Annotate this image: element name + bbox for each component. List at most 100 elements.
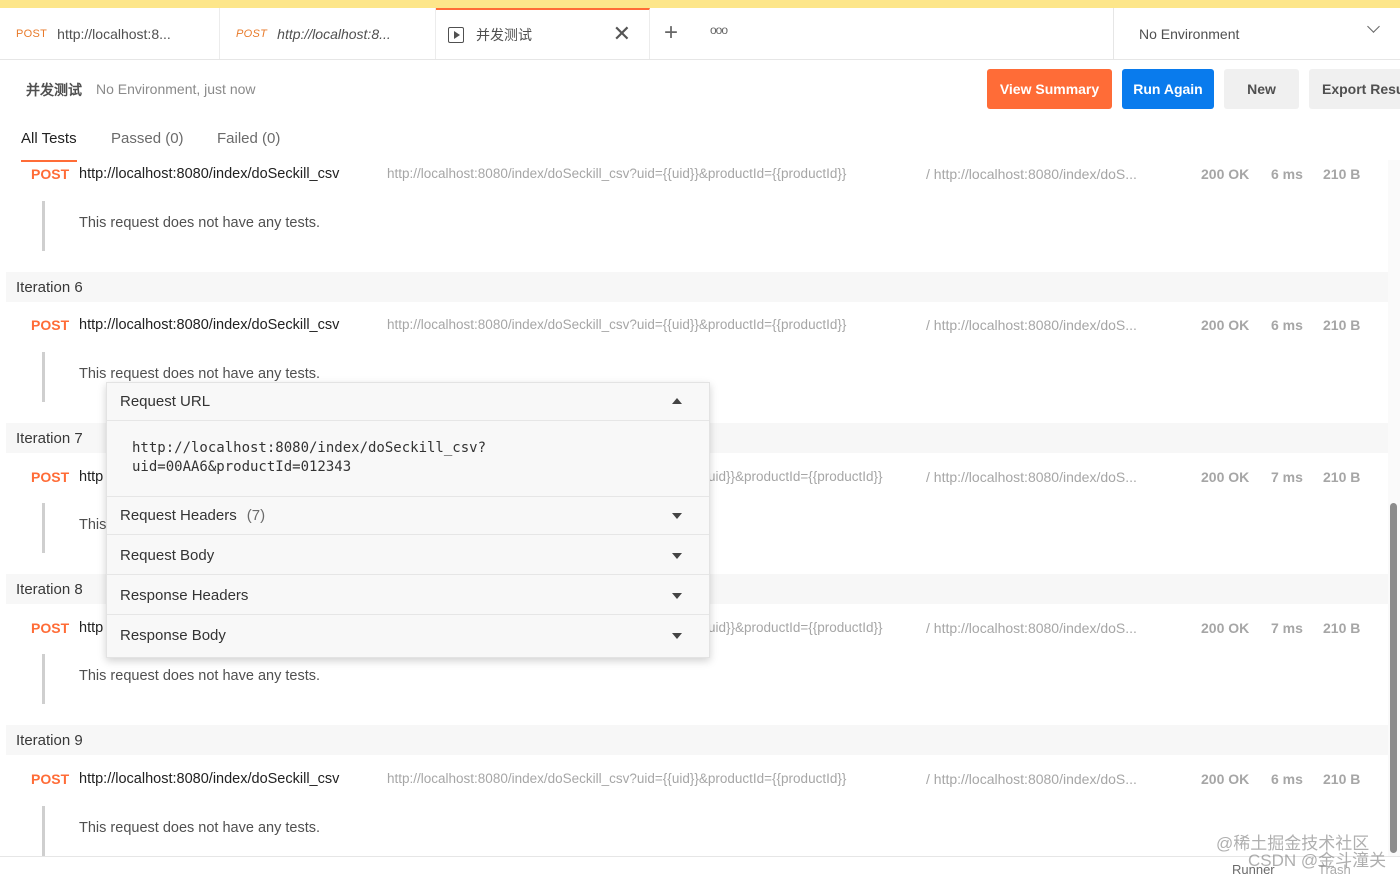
resolved-url[interactable]: / http://localhost:8080/index/doS... <box>926 620 1137 636</box>
request-url[interactable]: http://localhost:8080/index/doSeckill_cs… <box>387 166 846 181</box>
resolved-url[interactable]: / http://localhost:8080/index/doS... <box>926 317 1137 333</box>
runner-play-icon <box>448 26 464 43</box>
request-method: POST <box>31 620 70 636</box>
request-method: POST <box>31 771 70 787</box>
no-tests-message: This request does not have any tests. <box>79 820 320 836</box>
watermark-line-2: CSDN @金斗潼关 <box>1248 851 1387 870</box>
no-tests-message: This request does not have any tests. <box>79 668 320 684</box>
resolved-url[interactable]: / http://localhost:8080/index/doS... <box>926 166 1137 182</box>
request-url-section-header[interactable]: Request URL <box>107 383 709 421</box>
request-method: POST <box>31 317 70 333</box>
run-again-button[interactable]: Run Again <box>1122 69 1214 109</box>
tab-request-2[interactable]: POST http://localhost:8... <box>220 8 436 59</box>
request-headers-section[interactable]: Request Headers (7) <box>107 497 709 535</box>
response-time: 7 ms <box>1271 469 1303 485</box>
response-time: 6 ms <box>1271 317 1303 333</box>
section-label: Response Headers <box>120 587 249 604</box>
response-size: 210 B <box>1323 771 1361 787</box>
resolved-url[interactable]: / http://localhost:8080/index/doS... <box>926 771 1137 787</box>
tab-label: 并发测试 <box>476 26 532 43</box>
tab-runner[interactable]: 并发测试 ✕ <box>436 8 650 59</box>
close-icon[interactable]: ✕ <box>613 23 631 45</box>
request-url-section-body: http://localhost:8080/index/doSeckill_cs… <box>107 421 709 497</box>
response-headers-section[interactable]: Response Headers <box>107 577 709 615</box>
section-label: Request URL <box>120 393 211 410</box>
request-name[interactable]: http <box>79 469 103 485</box>
iteration-label: Iteration 8 <box>16 581 83 598</box>
status-bar: Runner Trash <box>0 856 1400 877</box>
caret-down-icon <box>672 553 682 559</box>
more-tabs-icon[interactable]: ooo <box>710 23 728 37</box>
test-results: This request does not have any tests. <box>42 201 645 251</box>
request-row[interactable]: POST http://localhost:8080/index/doSecki… <box>0 160 1388 190</box>
tab-failed[interactable]: Failed (0) <box>217 130 280 147</box>
environment-selector[interactable]: No Environment <box>1113 8 1400 59</box>
caret-down-icon <box>672 513 682 519</box>
no-tests-message: This request does not have any tests. <box>79 366 320 382</box>
status-code: 200 OK <box>1201 469 1250 485</box>
run-meta: No Environment, just now <box>96 81 256 97</box>
tab-all-tests[interactable]: All Tests <box>21 130 77 162</box>
test-results: This request does not have any tests. <box>42 806 645 856</box>
response-size: 210 B <box>1323 317 1361 333</box>
top-accent-strip <box>0 0 1400 8</box>
request-method: POST <box>31 166 70 182</box>
request-name[interactable]: http <box>79 620 103 636</box>
tab-passed[interactable]: Passed (0) <box>111 130 184 147</box>
request-name[interactable]: http://localhost:8080/index/doSeckill_cs… <box>79 166 339 182</box>
tab-method: POST <box>236 27 268 40</box>
request-url[interactable]: uid}}&productId={{productId}} <box>708 469 883 484</box>
request-name[interactable]: http://localhost:8080/index/doSeckill_cs… <box>79 317 339 333</box>
section-label: Response Body <box>120 627 226 644</box>
no-tests-message: This <box>79 517 107 533</box>
response-size: 210 B <box>1323 469 1361 485</box>
caret-up-icon <box>672 398 682 404</box>
iteration-header: Iteration 9 <box>6 725 1388 755</box>
request-url[interactable]: uid}}&productId={{productId}} <box>708 620 883 635</box>
results-scrollbar[interactable] <box>1388 160 1400 856</box>
response-size: 210 B <box>1323 166 1361 182</box>
request-row[interactable]: POST http://localhost:8080/index/doSecki… <box>0 311 1388 341</box>
chevron-down-icon <box>1367 20 1380 33</box>
caret-down-icon <box>672 633 682 639</box>
filter-tabs: All Tests Passed (0) Failed (0) <box>0 120 1400 162</box>
request-url[interactable]: http://localhost:8080/index/doSeckill_cs… <box>387 317 846 332</box>
tab-label: http://localhost:8... <box>277 25 391 42</box>
section-label: Request Headers (7) <box>120 507 265 524</box>
response-time: 7 ms <box>1271 620 1303 636</box>
request-body-section[interactable]: Request Body <box>107 537 709 575</box>
test-results: This request does not have any tests. <box>42 654 645 704</box>
scroll-thumb[interactable] <box>1390 503 1397 853</box>
no-tests-message: This request does not have any tests. <box>79 215 320 231</box>
view-summary-button[interactable]: View Summary <box>987 69 1112 109</box>
environment-label: No Environment <box>1139 25 1240 42</box>
request-url-value: http://localhost:8080/index/doSeckill_cs… <box>132 440 487 475</box>
new-button[interactable]: New <box>1224 69 1299 109</box>
status-code: 200 OK <box>1201 771 1250 787</box>
section-label: Request Body <box>120 547 215 564</box>
iteration-label: Iteration 7 <box>16 430 83 447</box>
tab-request-1[interactable]: POST http://localhost:8... <box>0 8 220 59</box>
caret-down-icon <box>672 593 682 599</box>
new-tab-button[interactable]: + <box>664 19 678 47</box>
run-title: 并发测试 <box>26 82 82 98</box>
status-code: 200 OK <box>1201 166 1250 182</box>
status-code: 200 OK <box>1201 620 1250 636</box>
response-body-section[interactable]: Response Body <box>107 617 709 655</box>
request-url[interactable]: http://localhost:8080/index/doSeckill_cs… <box>387 771 846 786</box>
request-headers-label: Request Headers <box>120 507 237 524</box>
resolved-url[interactable]: / http://localhost:8080/index/doS... <box>926 469 1137 485</box>
export-results-button[interactable]: Export Results <box>1309 69 1400 109</box>
response-time: 6 ms <box>1271 166 1303 182</box>
iteration-label: Iteration 9 <box>16 732 83 749</box>
tab-label: http://localhost:8... <box>57 25 171 42</box>
response-size: 210 B <box>1323 620 1361 636</box>
request-headers-count: (7) <box>246 507 266 524</box>
request-details-popover: Request URL http://localhost:8080/index/… <box>106 382 710 658</box>
iteration-label: Iteration 6 <box>16 279 83 296</box>
response-time: 6 ms <box>1271 771 1303 787</box>
request-method: POST <box>31 469 70 485</box>
request-name[interactable]: http://localhost:8080/index/doSeckill_cs… <box>79 771 339 787</box>
request-row[interactable]: POST http://localhost:8080/index/doSecki… <box>0 765 1388 795</box>
tab-bar: POST http://localhost:8... POST http://l… <box>0 8 1400 60</box>
